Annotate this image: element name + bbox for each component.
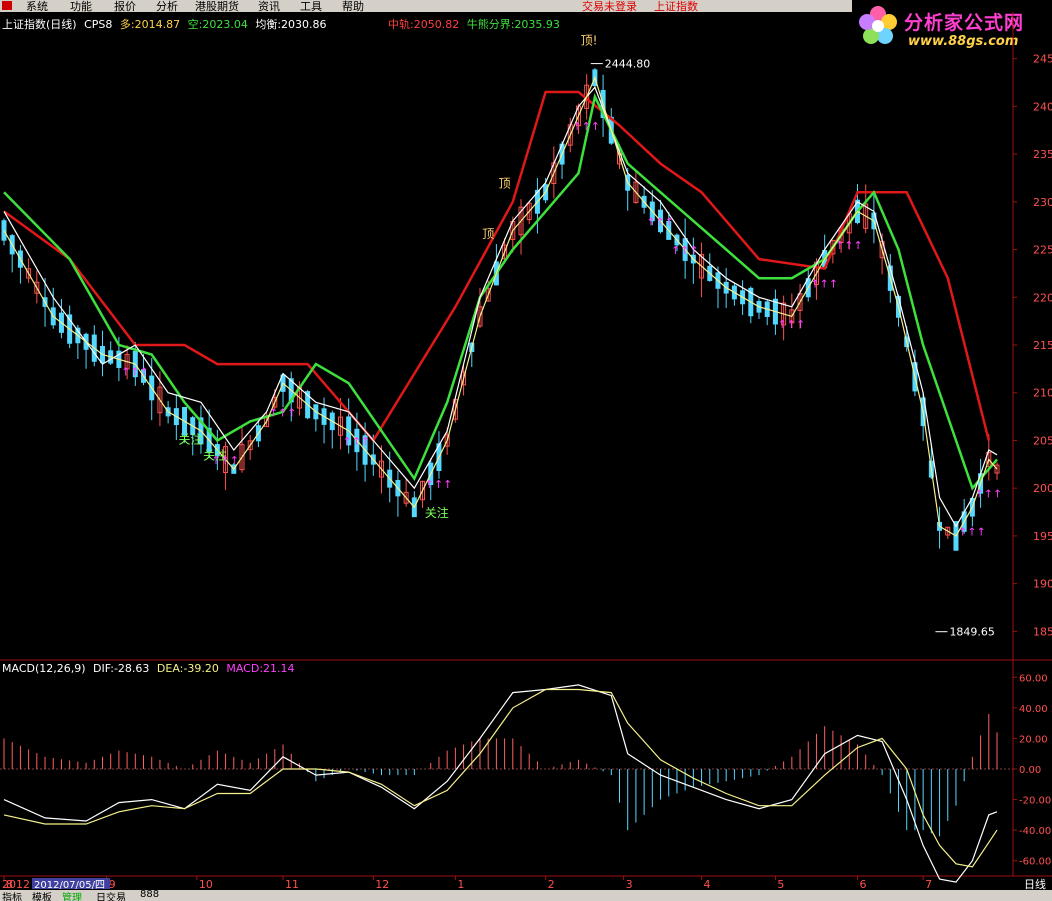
- moving-average-yellow: [3, 75, 998, 537]
- y-tick-label: 185: [1033, 625, 1052, 638]
- y-tick-label: 240: [1033, 100, 1052, 113]
- bottom-status-bar: 指标 模板 管理 日交易 888: [0, 890, 1052, 901]
- buy-marker: ↑↑↑: [810, 277, 838, 290]
- buy-marker: ↑↑↑: [121, 366, 149, 379]
- buy-marker: ↑↑↑: [572, 120, 600, 133]
- macd-y-tick-label: -40.00: [1019, 826, 1051, 837]
- macd-y-tick-label: 0.00: [1019, 765, 1041, 776]
- buy-marker: ↑↑↑: [975, 487, 1003, 500]
- y-tick-label: 210: [1033, 387, 1052, 400]
- x-tick-label: 2: [548, 878, 555, 890]
- price-candles: [1, 68, 1000, 551]
- dea-line: [3, 688, 998, 868]
- x-tick-label: 1: [457, 878, 464, 890]
- y-tick-label: 235: [1033, 148, 1052, 161]
- signal-label: 顶: [499, 177, 511, 191]
- y-tick-label: 215: [1033, 339, 1052, 352]
- buy-marker: ↑↑↑: [671, 244, 699, 257]
- tab-template[interactable]: 模板: [32, 890, 52, 901]
- dif-line: [3, 684, 998, 883]
- selected-date: 2012/07/05/四: [34, 880, 105, 890]
- candle-body: [1, 220, 7, 241]
- tab-manage[interactable]: 管理: [62, 890, 82, 901]
- macd-y-tick-label: 40.00: [1019, 704, 1048, 715]
- buy-marker: ↑↑↑: [835, 239, 863, 252]
- y-tick-label: 190: [1033, 578, 1052, 591]
- tab-888[interactable]: 888: [140, 890, 159, 900]
- chart-frame: [0, 12, 1052, 877]
- macd-histogram: [3, 713, 998, 837]
- buy-marker: ↑↑↑: [269, 406, 297, 419]
- buy-marker: ↑↑↑: [343, 435, 371, 448]
- signal-label: 顶!: [581, 33, 598, 47]
- x-tick-label: 4: [704, 878, 711, 890]
- tab-indicator[interactable]: 指标: [2, 890, 22, 901]
- x-tick-label: 10: [199, 878, 213, 890]
- moving-average-white: [3, 86, 998, 528]
- period-label: 日线: [1024, 877, 1046, 890]
- macd-y-tick-label: -60.00: [1019, 857, 1051, 868]
- signal-label: 顶: [482, 227, 494, 241]
- price-annotations: 2444.801849.65顶!顶顶关注关注关注↑↑↑↑↑↑↑↑↑↑↑↑↑↑↑↑…: [121, 33, 1002, 638]
- price-lines: [3, 75, 998, 537]
- trend-line-green: [3, 93, 998, 491]
- x-tick-label: 12: [375, 878, 389, 890]
- signal-label: 关注: [425, 505, 449, 520]
- y-tick-label: 200: [1033, 482, 1052, 495]
- signal-label: 关注: [179, 431, 203, 446]
- x-tick-label: 11: [285, 878, 299, 890]
- buy-marker: ↑↑↑: [778, 318, 806, 331]
- macd-y-tick-label: -20.00: [1019, 796, 1051, 807]
- y-tick-label: 230: [1033, 196, 1052, 209]
- y-tick-label: 245: [1033, 53, 1052, 66]
- x-year-label: 2012: [2, 878, 30, 890]
- macd-y-tick-label: 60.00: [1019, 673, 1048, 684]
- y-tick-label: 225: [1033, 244, 1052, 257]
- y-tick-label: 220: [1033, 291, 1052, 304]
- buy-marker: ↑↑↑: [646, 215, 674, 228]
- buy-marker: ↑↑↑: [425, 478, 453, 491]
- buy-marker: ↑↑↑: [211, 454, 239, 467]
- y-tick-label: 195: [1033, 530, 1052, 543]
- buy-marker: ↑↑↑: [958, 526, 986, 539]
- y-tick-label: 205: [1033, 434, 1052, 447]
- x-tick-label: 7: [925, 878, 932, 890]
- x-tick-label: 3: [626, 878, 633, 890]
- x-tick-label: 5: [777, 878, 784, 890]
- macd-lines: [3, 684, 998, 883]
- x-tick-label: 6: [859, 878, 866, 890]
- price-annotation: 1849.65: [949, 626, 995, 639]
- macd-y-tick-label: 20.00: [1019, 734, 1048, 745]
- chart-canvas[interactable]: 2444.801849.65顶!顶顶关注关注关注↑↑↑↑↑↑↑↑↑↑↑↑↑↑↑↑…: [0, 0, 1052, 890]
- tab-daily-trade[interactable]: 日交易: [96, 890, 126, 901]
- price-annotation: 2444.80: [605, 58, 651, 71]
